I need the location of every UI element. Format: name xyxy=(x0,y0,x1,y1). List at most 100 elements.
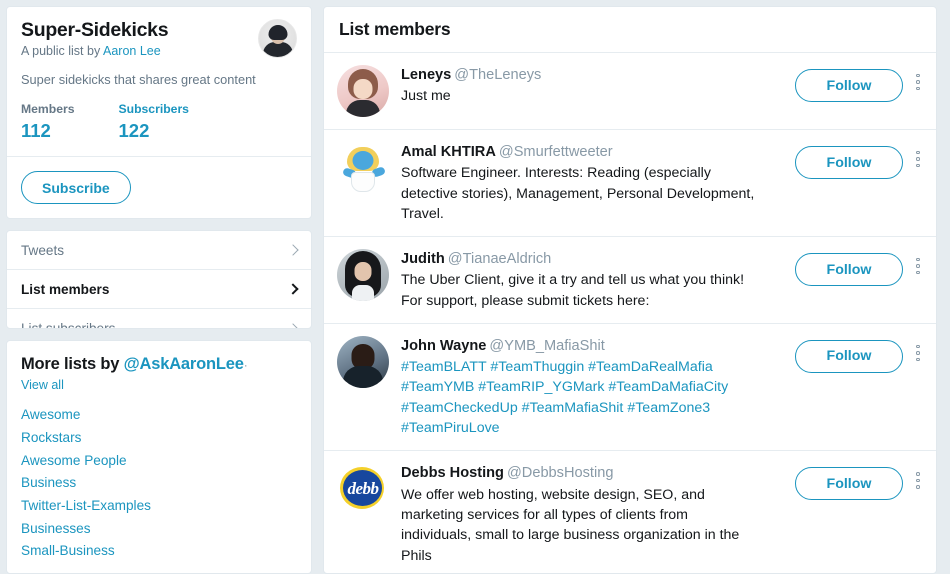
more-lists-title-prefix: More lists by xyxy=(21,355,124,374)
list-item[interactable]: Awesome xyxy=(21,404,297,427)
member-nameline: Debbs Hosting @DebbsHosting xyxy=(401,464,787,482)
member-bio: We offer web hosting, website design, SE… xyxy=(401,486,740,564)
subscribe-button[interactable]: Subscribe xyxy=(21,171,131,205)
stat-members[interactable]: Members 112 xyxy=(21,102,75,142)
member-nameline: Leneys @TheLeneys xyxy=(401,66,787,84)
table-row[interactable]: John Wayne @YMB_MafiaShit #TeamBLATT #Tea… xyxy=(324,324,936,452)
stat-members-value: 112 xyxy=(21,120,51,142)
avatar-body-shape xyxy=(262,42,293,57)
list-info-card: Super-Sidekicks A public list by Aaron L… xyxy=(6,6,312,220)
member-handle[interactable]: @YMB_MafiaShit xyxy=(489,338,604,354)
view-all-link[interactable]: View all xyxy=(21,378,297,392)
separator-dot: · xyxy=(243,358,248,373)
stat-subscribers-value: 122 xyxy=(118,120,150,142)
main-header: List members xyxy=(324,7,936,53)
avatar-dress-shape xyxy=(351,172,375,192)
member-actions: Follow xyxy=(795,142,926,179)
avatar-body-shape xyxy=(343,365,383,388)
list-item[interactable]: Twitter-List-Examples xyxy=(21,495,297,518)
list-item[interactable]: Businesses xyxy=(21,518,297,541)
follow-button[interactable]: Follow xyxy=(795,253,903,287)
sidebar-item-label: List subscribers xyxy=(21,321,116,330)
stat-subscribers[interactable]: Subscribers 122 xyxy=(119,102,189,142)
stat-subscribers-label: Subscribers xyxy=(118,102,189,117)
list-item[interactable]: Awesome People xyxy=(21,450,297,473)
member-info: Amal KHTIRA @Smurfettweeter Software Engi… xyxy=(401,142,787,224)
sidebar: Super-Sidekicks A public list by Aaron L… xyxy=(6,6,312,574)
member-actions: Follow xyxy=(795,463,926,501)
member-nameline: Judith @TianaeAldrich xyxy=(401,250,787,268)
avatar-body-shape xyxy=(352,285,374,302)
list-stats: Members 112 Subscribers 122 xyxy=(21,102,297,156)
byline-prefix: A public list by xyxy=(21,44,103,59)
follow-button[interactable]: Follow xyxy=(795,69,903,102)
member-info: Judith @TianaeAldrich The Uber Client, gi… xyxy=(401,249,787,311)
avatar[interactable] xyxy=(337,335,389,388)
list-description: Super sidekicks that shares great conten… xyxy=(21,72,256,88)
avatar[interactable] xyxy=(337,65,389,117)
more-options-icon[interactable] xyxy=(910,69,926,95)
more-lists-card: More lists by @AskAaronLee· View all Awe… xyxy=(6,340,312,574)
table-row[interactable]: Judith @TianaeAldrich The Uber Client, gi… xyxy=(324,237,936,324)
avatar[interactable] xyxy=(258,19,297,58)
avatar-face-shape xyxy=(352,151,374,171)
member-name[interactable]: Amal KHTIRA xyxy=(401,144,496,160)
avatar[interactable] xyxy=(337,142,389,194)
list-item[interactable]: Small-Business xyxy=(21,540,297,563)
stat-members-label: Members xyxy=(21,102,75,117)
page-root: Super-Sidekicks A public list by Aaron L… xyxy=(0,0,950,574)
list-header: Super-Sidekicks A public list by Aaron L… xyxy=(7,7,311,156)
member-name[interactable]: Judith xyxy=(401,251,445,267)
more-options-icon[interactable] xyxy=(910,146,926,172)
main-panel: List members Leneys @TheLeneys Just me Fo… xyxy=(323,6,937,574)
avatar[interactable] xyxy=(337,249,389,302)
more-options-icon[interactable] xyxy=(910,253,926,279)
member-bio: Software Engineer. Interests: Reading (e… xyxy=(401,165,755,222)
member-handle[interactable]: @DebbsHosting xyxy=(507,465,613,481)
chevron-right-icon xyxy=(287,244,299,256)
more-options-icon[interactable] xyxy=(910,467,926,493)
table-row[interactable]: Leneys @TheLeneys Just me Follow xyxy=(324,53,936,130)
sidebar-item-label: Tweets xyxy=(21,242,65,258)
avatar-hair-shape xyxy=(268,25,287,41)
list-byline: A public list by Aaron Lee xyxy=(21,44,168,58)
more-options-icon[interactable] xyxy=(910,340,926,366)
more-lists-owner-handle[interactable]: @AskAaronLee xyxy=(124,355,244,373)
list-item[interactable]: Business xyxy=(21,472,297,495)
member-name[interactable]: Leneys xyxy=(401,67,451,83)
avatar[interactable]: debb xyxy=(337,463,389,516)
avatar-body-shape xyxy=(346,100,380,117)
member-name[interactable]: Debbs Hosting xyxy=(401,465,504,481)
member-bio: The Uber Client, give it a try and tell … xyxy=(401,272,745,309)
follow-button[interactable]: Follow xyxy=(795,339,903,373)
more-lists-title: More lists by @AskAaronLee· xyxy=(21,355,297,375)
avatar-face-shape xyxy=(353,78,373,99)
member-nameline: John Wayne @YMB_MafiaShit xyxy=(401,337,787,355)
member-bio: Just me xyxy=(401,88,451,105)
table-row[interactable]: Amal KHTIRA @Smurfettweeter Software Engi… xyxy=(324,130,936,238)
member-handle[interactable]: @Smurfettweeter xyxy=(499,144,613,160)
avatar-wordmark: debb xyxy=(347,479,379,499)
chevron-right-icon xyxy=(287,323,299,329)
member-actions: Follow xyxy=(795,336,926,373)
avatar-face-shape xyxy=(354,261,372,281)
table-row[interactable]: debb Debbs Hosting @DebbsHosting We offer… xyxy=(324,451,936,573)
list-owner-link[interactable]: Aaron Lee xyxy=(103,44,161,58)
sidebar-item-list-members[interactable]: List members xyxy=(7,270,311,310)
member-nameline: Amal KHTIRA @Smurfettweeter xyxy=(401,143,787,161)
main-title: List members xyxy=(339,19,451,39)
member-handle[interactable]: @TheLeneys xyxy=(454,67,541,83)
follow-button[interactable]: Follow xyxy=(795,146,903,179)
sidebar-item-tweets[interactable]: Tweets xyxy=(7,231,311,271)
sidebar-item-list-subscribers[interactable]: List subscribers xyxy=(7,309,311,329)
page-title: Super-Sidekicks xyxy=(21,19,169,41)
member-name[interactable]: John Wayne xyxy=(401,338,486,354)
member-handle[interactable]: @TianaeAldrich xyxy=(448,251,552,267)
member-info: John Wayne @YMB_MafiaShit #TeamBLATT #Tea… xyxy=(401,336,787,438)
member-actions: Follow xyxy=(795,65,926,102)
list-item[interactable]: Rockstars xyxy=(21,427,297,450)
list-nav: Tweets List members List subscribers xyxy=(6,230,312,330)
follow-button[interactable]: Follow xyxy=(795,467,903,501)
member-actions: Follow xyxy=(795,249,926,287)
more-lists-links: Awesome Rockstars Awesome People Busines… xyxy=(21,404,297,563)
